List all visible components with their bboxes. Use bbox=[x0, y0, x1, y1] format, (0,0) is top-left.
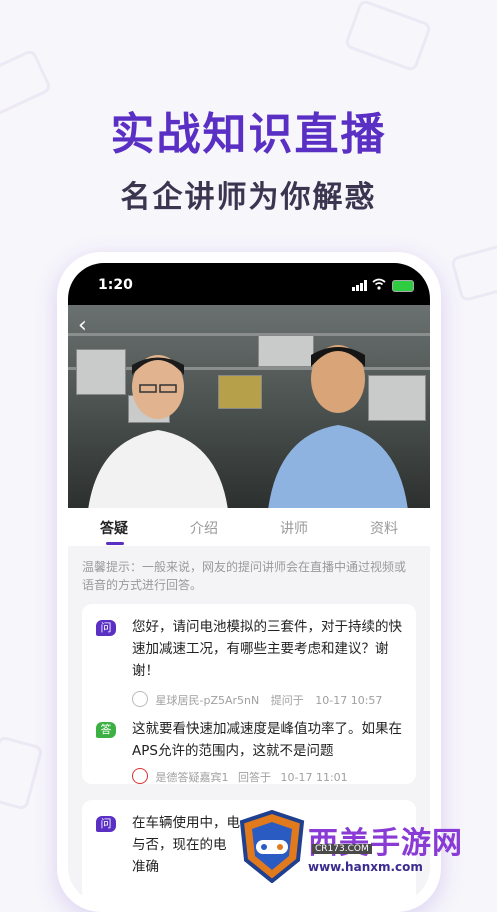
background-decoration bbox=[343, 0, 433, 73]
video-person-right bbox=[268, 345, 408, 508]
tab-materials[interactable]: 资料 bbox=[370, 518, 398, 538]
battery-icon bbox=[392, 280, 414, 292]
tab-intro[interactable]: 介绍 bbox=[190, 518, 218, 538]
background-decoration bbox=[450, 243, 497, 303]
status-time: 1:20 bbox=[98, 277, 133, 293]
gamepad-shield-icon bbox=[239, 810, 305, 883]
watermark: 西美手游网 CR173.COM www.hanxm.com bbox=[238, 810, 497, 883]
question-text: 您好，请问电池模拟的三套件，对于持续的快速加减速工况，有哪些主要考虑和建议？谢谢… bbox=[132, 619, 402, 679]
asked-label: 提问于 bbox=[270, 694, 304, 707]
answer-meta: 是德答疑嘉宾1 回答于 10-17 11:01 bbox=[132, 768, 348, 785]
hero-subtitle: 名企讲师为你解惑 bbox=[120, 180, 377, 215]
qa-card[interactable]: 问 您好，请问电池模拟的三套件，对于持续的快速加减速工况，有哪些主要考虑和建议？… bbox=[82, 604, 416, 784]
hero-title: 实战知识直播 bbox=[110, 109, 387, 160]
back-chevron-icon[interactable]: ‹ bbox=[78, 315, 98, 337]
background-decoration bbox=[0, 735, 44, 811]
watermark-sub: CR173.COM bbox=[312, 844, 372, 854]
question-badge: 问 bbox=[96, 816, 116, 832]
answerer-name: 是德答疑嘉宾1 bbox=[155, 771, 229, 784]
tab-lecturer[interactable]: 讲师 bbox=[280, 518, 308, 538]
asked-time: 10-17 10:57 bbox=[315, 694, 383, 707]
tab-bar: 答疑 介绍 讲师 资料 bbox=[68, 508, 430, 546]
live-video-player[interactable]: ‹ bbox=[68, 305, 430, 508]
tip-text: 温馨提示：一般来说，网友的提问讲师会在直播中通过视频或语音的方式进行回答。 bbox=[82, 560, 407, 592]
question-meta: 星球居民-pZ5Ar5nN 提问于 10-17 10:57 bbox=[132, 691, 382, 708]
wifi-icon bbox=[372, 278, 386, 290]
answered-label: 回答于 bbox=[238, 771, 271, 784]
question-text: 在车辆使用中，电与否，现在的电 准确 bbox=[132, 815, 240, 875]
status-bar: 1:20 bbox=[68, 263, 430, 305]
answer-text: 这就要看快速加减速度是峰值功率了。如果在APS允许的范围内，这就不是问题 bbox=[132, 721, 402, 759]
asker-name: 星球居民-pZ5Ar5nN bbox=[155, 694, 260, 707]
video-person-left bbox=[88, 355, 228, 508]
question-badge: 问 bbox=[96, 620, 116, 636]
phone-screen: 1:20 ‹ 答疑 介绍 讲师 资料 温馨提示：一般来说，网友的提问讲师会在直播… bbox=[68, 263, 430, 903]
active-tab-indicator bbox=[106, 542, 124, 545]
watermark-text: 西美手游网 bbox=[308, 826, 463, 861]
answered-time: 10-17 11:01 bbox=[280, 771, 348, 784]
tab-qa[interactable]: 答疑 bbox=[100, 518, 128, 538]
answer-badge: 答 bbox=[96, 722, 116, 738]
watermark-url: www.hanxm.com bbox=[308, 860, 423, 874]
avatar-icon bbox=[132, 691, 148, 707]
signal-icon bbox=[352, 280, 367, 291]
avatar-icon bbox=[132, 768, 148, 784]
